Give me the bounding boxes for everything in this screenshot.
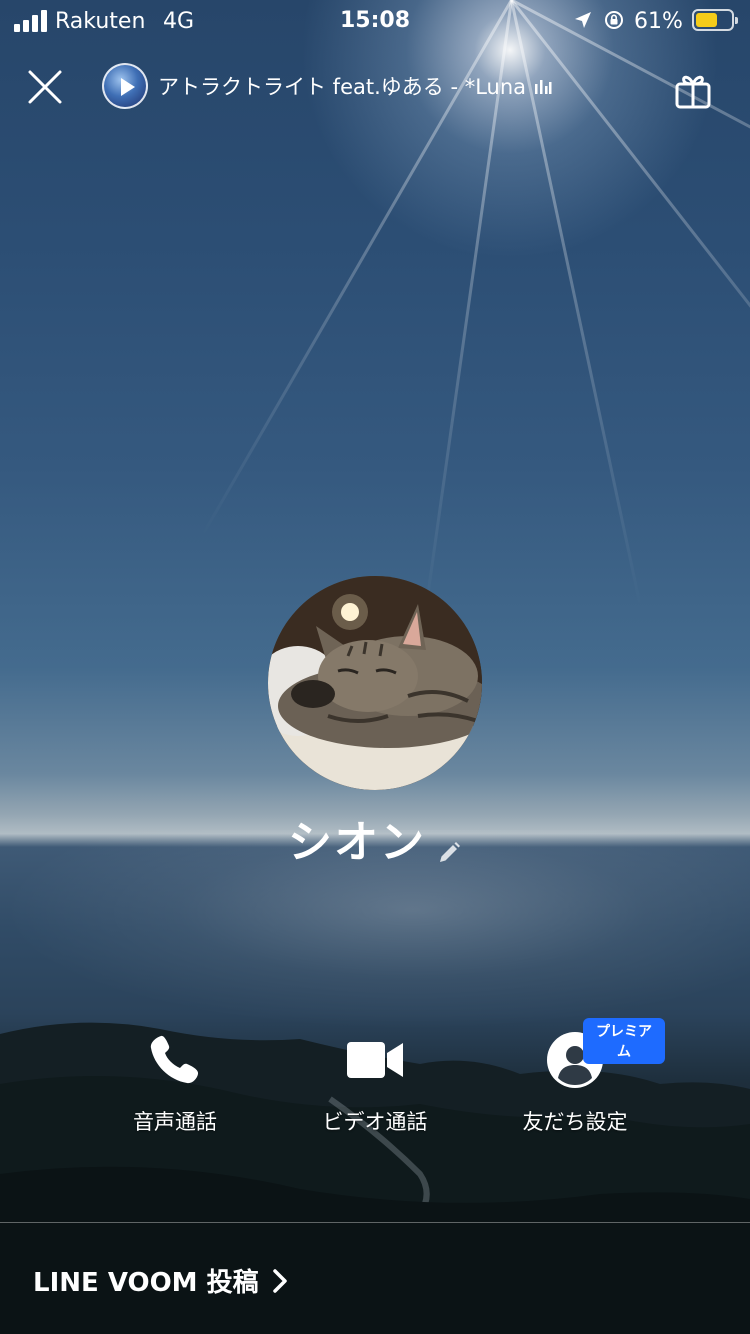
voom-label: LINE VOOM 投稿 bbox=[33, 1268, 259, 1298]
pencil-icon[interactable] bbox=[436, 840, 462, 866]
premium-badge: プレミアム bbox=[583, 1018, 665, 1064]
rotation-lock-icon bbox=[605, 11, 623, 29]
friend-settings-button[interactable]: プレミアム 友だち設定 bbox=[485, 1018, 665, 1136]
voice-call-label: 音声通話 bbox=[133, 1110, 217, 1134]
status-bar: Rakuten 4G 15:08 61% bbox=[0, 0, 750, 40]
music-thumbnail bbox=[102, 63, 148, 109]
equalizer-icon bbox=[535, 80, 552, 94]
play-icon bbox=[121, 78, 135, 96]
phone-icon bbox=[150, 1035, 199, 1084]
profile-name-row[interactable]: シオン bbox=[0, 806, 750, 870]
video-camera-icon bbox=[347, 1042, 403, 1078]
profile-name: シオン bbox=[288, 817, 426, 868]
profile-avatar[interactable] bbox=[268, 576, 482, 790]
music-title: アトラクトライト feat.ゆある - *Luna bbox=[158, 75, 527, 99]
profile-screen: Rakuten 4G 15:08 61% アトラクトライト feat.ゆある -… bbox=[0, 0, 750, 1334]
chevron-right-icon bbox=[272, 1268, 287, 1293]
close-button[interactable] bbox=[24, 66, 66, 108]
friend-settings-label: 友だち設定 bbox=[522, 1110, 628, 1134]
voice-call-button[interactable]: 音声通話 bbox=[85, 1028, 265, 1136]
video-call-label: ビデオ通話 bbox=[322, 1110, 428, 1134]
line-voom-posts-link[interactable]: LINE VOOM 投稿 bbox=[33, 1262, 289, 1299]
gift-button[interactable] bbox=[674, 72, 712, 110]
profile-music[interactable]: アトラクトライト feat.ゆある - *Luna bbox=[102, 62, 552, 110]
battery-level-fill bbox=[696, 13, 717, 27]
location-arrow-icon bbox=[575, 12, 591, 28]
cat-photo bbox=[268, 576, 482, 790]
divider bbox=[0, 1222, 750, 1223]
battery-percent: 61% bbox=[634, 9, 683, 34]
video-call-button[interactable]: ビデオ通話 bbox=[285, 1028, 465, 1136]
battery-icon bbox=[692, 9, 738, 31]
